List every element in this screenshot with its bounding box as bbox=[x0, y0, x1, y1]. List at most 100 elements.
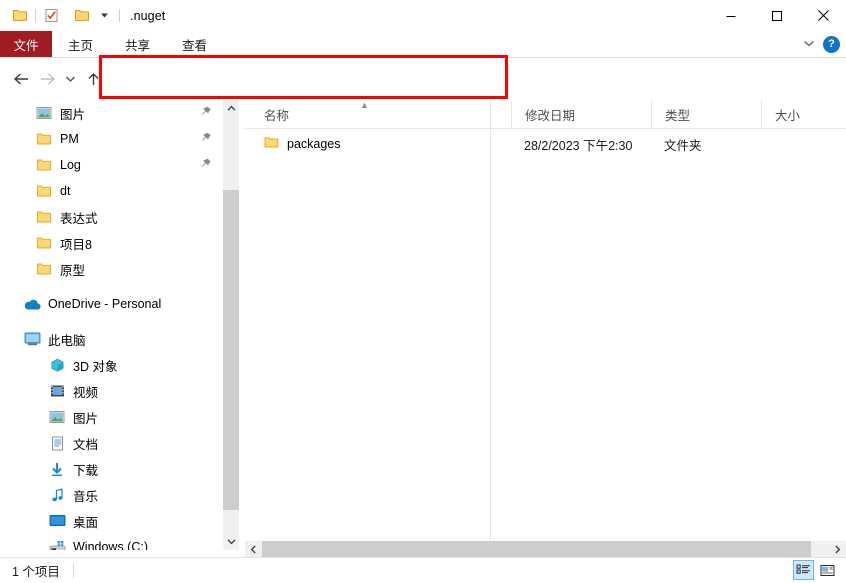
tab-view[interactable]: 查看 bbox=[166, 31, 223, 57]
sidebar-item-label: Windows (C:) bbox=[73, 540, 149, 550]
sidebar-item-downloads[interactable]: 下载 bbox=[0, 456, 222, 482]
sidebar-item-pictures[interactable]: 图片 bbox=[0, 404, 222, 430]
scroll-up-arrow-icon[interactable] bbox=[223, 100, 240, 117]
file-list-horizontal-scrollbar[interactable] bbox=[245, 541, 846, 558]
status-bar: 1 个项目 bbox=[0, 557, 846, 583]
details-view-button[interactable] bbox=[793, 560, 814, 580]
sidebar-item-label: OneDrive - Personal bbox=[48, 297, 162, 311]
sidebar-item-this-pc[interactable]: 此电脑 bbox=[0, 326, 222, 352]
sidebar-item-3d-objects[interactable]: 3D 对象 bbox=[0, 352, 222, 378]
pictures-icon bbox=[48, 408, 66, 426]
sidebar-item-pictures-quick[interactable]: 图片 bbox=[0, 100, 222, 126]
folder-icon bbox=[35, 234, 53, 252]
sidebar-item-expressions[interactable]: 表达式 bbox=[0, 204, 222, 230]
3d-objects-icon bbox=[48, 356, 66, 374]
qat-properties-icon[interactable] bbox=[40, 5, 62, 27]
pin-icon[interactable] bbox=[201, 106, 212, 120]
column-header-size-label: 大小 bbox=[775, 108, 801, 123]
scroll-left-arrow-icon[interactable] bbox=[245, 541, 262, 558]
pin-icon[interactable] bbox=[201, 158, 212, 172]
column-header-name[interactable]: 名称 ▲ bbox=[245, 100, 511, 128]
large-icons-view-button[interactable] bbox=[817, 560, 838, 580]
ribbon-tab-bar: 文件 主页 共享 查看 ? bbox=[0, 31, 846, 58]
status-divider bbox=[72, 563, 74, 578]
sidebar-item-pm[interactable]: PM bbox=[0, 126, 222, 152]
folder-icon bbox=[35, 156, 53, 174]
horizontal-scrollbar-thumb[interactable] bbox=[262, 541, 811, 558]
sidebar-item-label: 此电脑 bbox=[48, 333, 86, 348]
sidebar-item-music[interactable]: 音乐 bbox=[0, 482, 222, 508]
column-header-date-label: 修改日期 bbox=[525, 108, 576, 123]
scroll-right-arrow-icon[interactable] bbox=[829, 541, 846, 558]
sidebar-item-label: 项目8 bbox=[60, 237, 92, 252]
downloads-icon bbox=[48, 460, 66, 478]
maximize-button[interactable] bbox=[754, 0, 800, 31]
minimize-button[interactable] bbox=[708, 0, 754, 31]
quick-access-toolbar bbox=[0, 5, 124, 27]
column-header-date[interactable]: 修改日期 bbox=[511, 100, 651, 128]
qat-separator-3 bbox=[119, 9, 120, 22]
recent-locations-chevron-down-icon[interactable] bbox=[60, 66, 80, 92]
help-icon[interactable]: ? bbox=[823, 35, 840, 53]
file-name-cell[interactable]: packages bbox=[245, 133, 511, 155]
desktop-icon bbox=[48, 512, 66, 530]
scrollbar-thumb[interactable] bbox=[223, 190, 240, 510]
title-bar: .nuget bbox=[0, 0, 846, 31]
close-button[interactable] bbox=[800, 0, 846, 31]
ribbon-collapse-chevron-down-icon[interactable] bbox=[803, 37, 815, 51]
scroll-down-arrow-icon[interactable] bbox=[223, 533, 240, 550]
up-button[interactable] bbox=[80, 66, 106, 92]
tab-file[interactable]: 文件 bbox=[0, 31, 52, 57]
folder-icon bbox=[35, 208, 53, 226]
sidebar-item-label: 视频 bbox=[73, 385, 99, 400]
documents-icon bbox=[48, 434, 66, 452]
sidebar-item-label: 下载 bbox=[73, 463, 99, 478]
onedrive-icon bbox=[23, 295, 41, 313]
sidebar-item-documents[interactable]: 文档 bbox=[0, 430, 222, 456]
sidebar-item-videos[interactable]: 视频 bbox=[0, 378, 222, 404]
column-header-size[interactable]: 大小 bbox=[761, 100, 846, 128]
sidebar-item-label: 音乐 bbox=[73, 489, 99, 504]
qat-folder-icon[interactable] bbox=[9, 5, 31, 27]
sidebar-item-dt[interactable]: dt bbox=[0, 178, 222, 204]
qat-separator-1 bbox=[35, 9, 36, 22]
sidebar-item-onedrive[interactable]: OneDrive - Personal bbox=[0, 291, 222, 317]
file-size-cell bbox=[761, 133, 846, 155]
ribbon-tabs: 文件 主页 共享 查看 bbox=[0, 31, 846, 57]
sidebar-item-label: 桌面 bbox=[73, 515, 99, 530]
file-pane-left-border bbox=[490, 100, 491, 550]
folder-icon bbox=[264, 136, 279, 152]
pictures-icon bbox=[35, 104, 53, 122]
drive-icon bbox=[48, 538, 66, 550]
column-header-name-label: 名称 bbox=[264, 108, 290, 123]
tab-share[interactable]: 共享 bbox=[109, 31, 166, 57]
sidebar-item-label: 文档 bbox=[73, 437, 99, 452]
ribbon-right-controls: ? bbox=[803, 31, 840, 57]
navigation-pane: 图片 PM Log dt 表达式 项目8 原型 OneDrive - Perso… bbox=[0, 100, 222, 550]
qat-chevron-down-icon[interactable] bbox=[93, 5, 115, 27]
forward-button[interactable] bbox=[34, 66, 60, 92]
table-row[interactable]: packages 28/2/2023 下午2:30 文件夹 bbox=[245, 133, 846, 155]
sidebar-item-label: PM bbox=[60, 132, 79, 146]
view-mode-buttons bbox=[793, 560, 838, 580]
sidebar-item-project8[interactable]: 项目8 bbox=[0, 230, 222, 256]
sidebar-item-drive-c[interactable]: Windows (C:) bbox=[0, 534, 222, 550]
folder-icon bbox=[35, 182, 53, 200]
sidebar-item-desktop[interactable]: 桌面 bbox=[0, 508, 222, 534]
sidebar-item-prototype[interactable]: 原型 bbox=[0, 256, 222, 282]
navigation-pane-scrollbar[interactable] bbox=[222, 100, 240, 550]
tab-home[interactable]: 主页 bbox=[52, 31, 109, 57]
sidebar-item-label: dt bbox=[60, 184, 71, 198]
pin-icon[interactable] bbox=[201, 132, 212, 146]
folder-icon bbox=[35, 130, 53, 148]
navigation-bar: C:\Users\\.nuget 搜索".nuget" bbox=[0, 58, 846, 149]
column-header-type[interactable]: 类型 bbox=[651, 100, 761, 128]
back-button[interactable] bbox=[8, 66, 34, 92]
qat-new-folder-icon[interactable] bbox=[71, 5, 93, 27]
file-date-cell: 28/2/2023 下午2:30 bbox=[524, 138, 633, 153]
sidebar-item-label: 3D 对象 bbox=[73, 359, 118, 374]
videos-icon bbox=[48, 382, 66, 400]
column-headers: 名称 ▲ 修改日期 类型 大小 bbox=[245, 100, 846, 129]
sidebar-item-log[interactable]: Log bbox=[0, 152, 222, 178]
this-pc-icon bbox=[23, 330, 41, 348]
